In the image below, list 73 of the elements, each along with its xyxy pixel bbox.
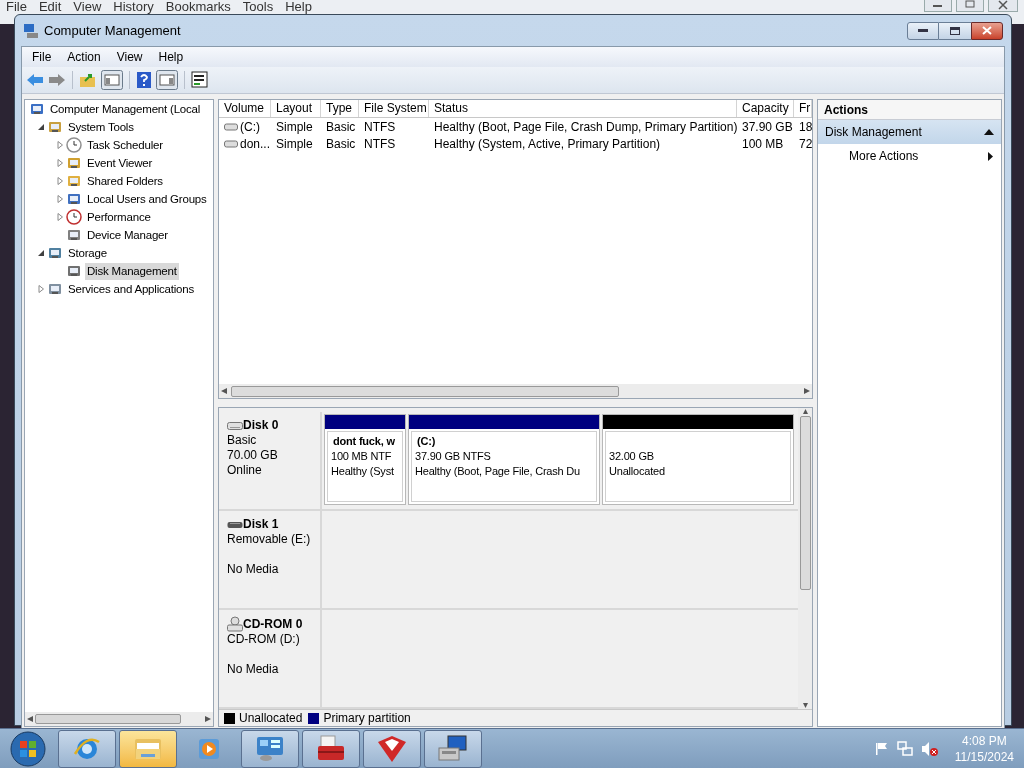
tree-item[interactable]: Task Scheduler xyxy=(85,136,165,154)
table-cell-text: Simple xyxy=(276,118,313,136)
table-cell-text: 37.90 GB xyxy=(742,118,793,136)
menu-item[interactable]: View xyxy=(73,0,102,17)
partition-status: Healthy (Boot, Page File, Crash Du xyxy=(415,464,581,479)
disk-type: CD-ROM (D:) xyxy=(227,632,301,647)
table-cell-text: Healthy (Boot, Page File, Crash Dump, Primary Partition) xyxy=(434,118,737,136)
menu-item[interactable]: File xyxy=(6,0,27,17)
column-header[interactable]: Status xyxy=(429,100,737,117)
disk-info[interactable]: Disk 1 Removable (E:) No Media xyxy=(219,511,322,608)
disk-name: Disk 0 xyxy=(243,418,279,433)
table-cell-text: Healthy (System, Active, Primary Partition) xyxy=(434,135,661,153)
tree-item[interactable]: Local Users and Groups xyxy=(85,190,209,208)
partition-size: 100 MB NTF xyxy=(331,449,393,464)
section-header[interactable]: Disk Management xyxy=(818,120,1001,144)
partition-label: dont fuck, w xyxy=(332,435,395,447)
disk-name: CD-ROM 0 xyxy=(243,616,303,632)
legend-label: Primary partition xyxy=(323,710,411,726)
menu-item[interactable]: File xyxy=(26,48,58,66)
menu-item[interactable]: Bookmarks xyxy=(165,0,231,17)
table-cell-text: don... xyxy=(240,135,271,153)
partition-block[interactable]: 32.00 GB Unallocated xyxy=(602,414,794,505)
action-item[interactable]: More Actions xyxy=(818,144,1001,168)
disk-type: Basic xyxy=(227,433,258,448)
actions-header: Actions xyxy=(818,100,1001,120)
disk-status: No Media xyxy=(227,562,280,577)
partition-status: Healthy (Syst xyxy=(331,464,395,479)
tree-item[interactable]: Performance xyxy=(85,208,153,226)
table-cell-text: 72 xyxy=(799,135,812,153)
menu-item[interactable]: Action xyxy=(61,48,107,66)
legend-label: Unallocated xyxy=(239,710,303,726)
menu-item[interactable]: Tools xyxy=(242,0,274,17)
tree-item[interactable]: Event Viewer xyxy=(85,154,155,172)
table-cell-text: 100 MB xyxy=(742,135,784,153)
partition-size: 37.90 GB NTFS xyxy=(415,449,492,464)
menu-item[interactable]: Help xyxy=(152,48,190,66)
tree-item[interactable]: Services and Applications xyxy=(66,280,197,298)
disk-info[interactable]: CD-ROM 0 CD-ROM (D:) No Media xyxy=(219,610,322,707)
menu-item[interactable]: Edit xyxy=(38,0,62,17)
partition-block[interactable]: (C:) 37.90 GB NTFS Healthy (Boot, Page File, Crash Du xyxy=(408,414,600,505)
menu-item[interactable]: History xyxy=(113,0,154,17)
partition-label: (C:) xyxy=(416,435,436,447)
table-cell-text: 18 xyxy=(799,118,812,136)
tree-item[interactable]: Computer Management (Local xyxy=(48,100,203,118)
disk-status: Online xyxy=(227,463,263,478)
disk-info[interactable]: Disk 0 Basic 70.00 GB Online xyxy=(219,412,322,509)
column-header[interactable]: File System xyxy=(359,100,429,117)
tree-item[interactable]: System Tools xyxy=(66,118,136,136)
partition-status: Unallocated xyxy=(609,464,666,479)
window-title: Computer Management xyxy=(44,21,181,40)
tree-item[interactable]: Device Manager xyxy=(85,226,170,244)
partition-size: 32.00 GB xyxy=(609,449,655,464)
column-header[interactable]: Type xyxy=(321,100,359,117)
column-header[interactable]: Capacity xyxy=(737,100,794,117)
column-header[interactable]: Fr xyxy=(794,100,812,117)
tree-item[interactable]: Disk Management xyxy=(85,262,179,280)
table-cell-text: Simple xyxy=(276,135,313,153)
disk-type: Removable (E:) xyxy=(227,532,312,547)
disk-status: No Media xyxy=(227,662,280,677)
table-cell-text: (C:) xyxy=(240,118,260,136)
menu-item[interactable]: Help xyxy=(285,0,312,17)
column-header[interactable]: Volume xyxy=(219,100,271,117)
column-header[interactable]: Layout xyxy=(271,100,321,117)
table-cell-text: NTFS xyxy=(364,135,396,153)
partition-block[interactable]: dont fuck, w 100 MB NTF Healthy (Syst xyxy=(324,414,406,505)
table-cell-text: NTFS xyxy=(364,118,396,136)
disk-name: Disk 1 xyxy=(243,517,279,532)
menu-item[interactable]: View xyxy=(110,48,149,66)
table-cell-text: Basic xyxy=(326,118,356,136)
tree-item[interactable]: Storage xyxy=(66,244,109,262)
table-cell-text: Basic xyxy=(326,135,356,153)
tree-item[interactable]: Shared Folders xyxy=(85,172,165,190)
disk-size: 70.00 GB xyxy=(227,448,278,462)
